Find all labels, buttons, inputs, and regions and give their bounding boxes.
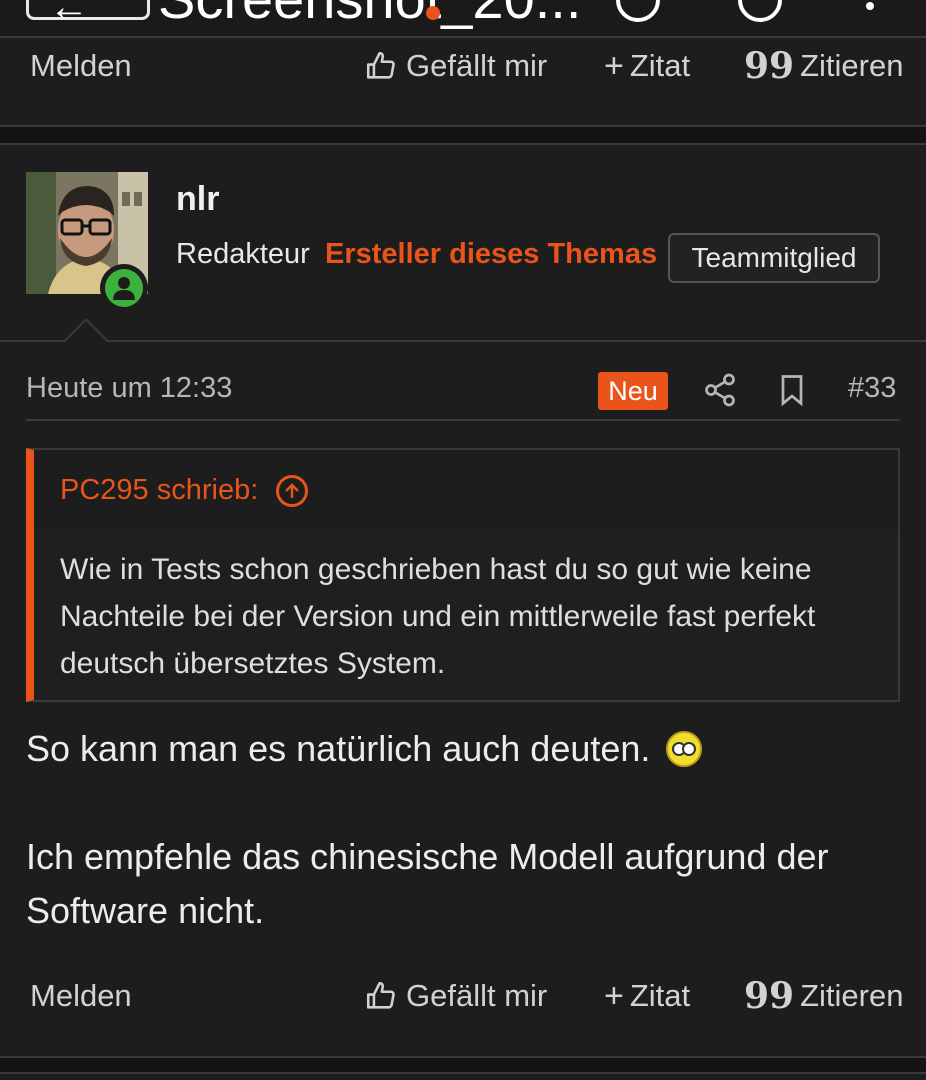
- report-label: Melden: [30, 48, 132, 83]
- reply-quote-button[interactable]: 99 Zitieren: [744, 966, 903, 1026]
- post-paragraph-text: So kann man es natürlich auch deuten.: [26, 728, 651, 769]
- reply-quote-label: Zitieren: [800, 48, 904, 83]
- notification-dot: [426, 6, 440, 20]
- report-button[interactable]: Melden: [30, 36, 132, 96]
- post-paragraph: Ich empfehle das chinesische Modell aufg…: [26, 836, 829, 931]
- avatar-caret-fill: [64, 321, 108, 343]
- plus-icon: +: [604, 976, 624, 1015]
- app-bar: ← Screenshot_20...: [0, 0, 926, 38]
- info-icon[interactable]: [738, 0, 782, 22]
- post-actions-top: Melden Gefällt mir + Zitat 99 Zitieren: [0, 36, 926, 96]
- arrow-left-icon: ←: [49, 0, 89, 29]
- quote-author: PC295 schrieb:: [60, 474, 259, 506]
- like-button[interactable]: Gefällt mir: [364, 36, 547, 96]
- post-number[interactable]: #33: [848, 372, 896, 405]
- add-quote-label: Zitat: [629, 48, 691, 83]
- divider: [0, 340, 926, 342]
- back-button[interactable]: ←: [26, 0, 150, 27]
- post-separator: [0, 1058, 926, 1072]
- divider: [0, 1072, 926, 1074]
- quote-block: PC295 schrieb: Wie in Tests schon geschr…: [26, 448, 900, 702]
- quote-author-link[interactable]: PC295 schrieb:: [60, 474, 309, 507]
- user-icon: [105, 269, 143, 307]
- thread-starter-label: Ersteller dieses Themas: [325, 238, 658, 270]
- reply-quote-label: Zitieren: [800, 978, 904, 1013]
- sync-icon[interactable]: [616, 0, 660, 22]
- quote-marks-icon: 99: [744, 45, 795, 87]
- post-timestamp[interactable]: Heute um 12:33: [26, 372, 232, 405]
- divider: [0, 143, 926, 145]
- plus-icon: +: [604, 46, 624, 85]
- arrow-up-circle-icon[interactable]: [276, 474, 309, 507]
- post-actions-bottom: Melden Gefällt mir + Zitat 99 Zitieren: [0, 966, 926, 1026]
- add-quote-label: Zitat: [629, 978, 691, 1013]
- quote-text: Wie in Tests schon geschrieben hast du s…: [60, 553, 816, 680]
- like-label: Gefällt mir: [406, 48, 548, 83]
- more-menu-icon[interactable]: [860, 0, 880, 12]
- report-label: Melden: [30, 978, 132, 1013]
- post-separator: [0, 127, 926, 143]
- team-member-badge: Teammitglied: [668, 233, 880, 283]
- add-quote-button[interactable]: + Zitat: [604, 36, 690, 96]
- forum-thread-page: ← Screenshot_20... Melden Gefällt mir + …: [0, 0, 926, 1080]
- rolling-eyes-emoji-icon: [666, 731, 703, 767]
- like-button[interactable]: Gefällt mir: [364, 966, 547, 1026]
- app-title: Screenshot_20...: [158, 0, 581, 31]
- thumbs-up-icon: [366, 51, 395, 79]
- report-button[interactable]: Melden: [30, 966, 132, 1026]
- quote-header: PC295 schrieb:: [34, 450, 898, 530]
- post-paragraph: So kann man es natürlich auch deuten.: [26, 722, 906, 776]
- thumbs-up-icon: [366, 981, 395, 1009]
- add-quote-button[interactable]: + Zitat: [604, 966, 690, 1026]
- quote-marks-icon: 99: [744, 975, 795, 1017]
- like-label: Gefällt mir: [406, 978, 548, 1013]
- new-badge: Neu: [598, 372, 668, 410]
- reply-quote-button[interactable]: 99 Zitieren: [744, 36, 903, 96]
- bookmark-icon[interactable]: [774, 372, 810, 408]
- user-role: Redakteur: [176, 238, 310, 270]
- share-icon[interactable]: [702, 372, 738, 408]
- divider: [26, 419, 900, 421]
- online-status-badge: [100, 264, 148, 312]
- username[interactable]: nlr: [176, 180, 219, 219]
